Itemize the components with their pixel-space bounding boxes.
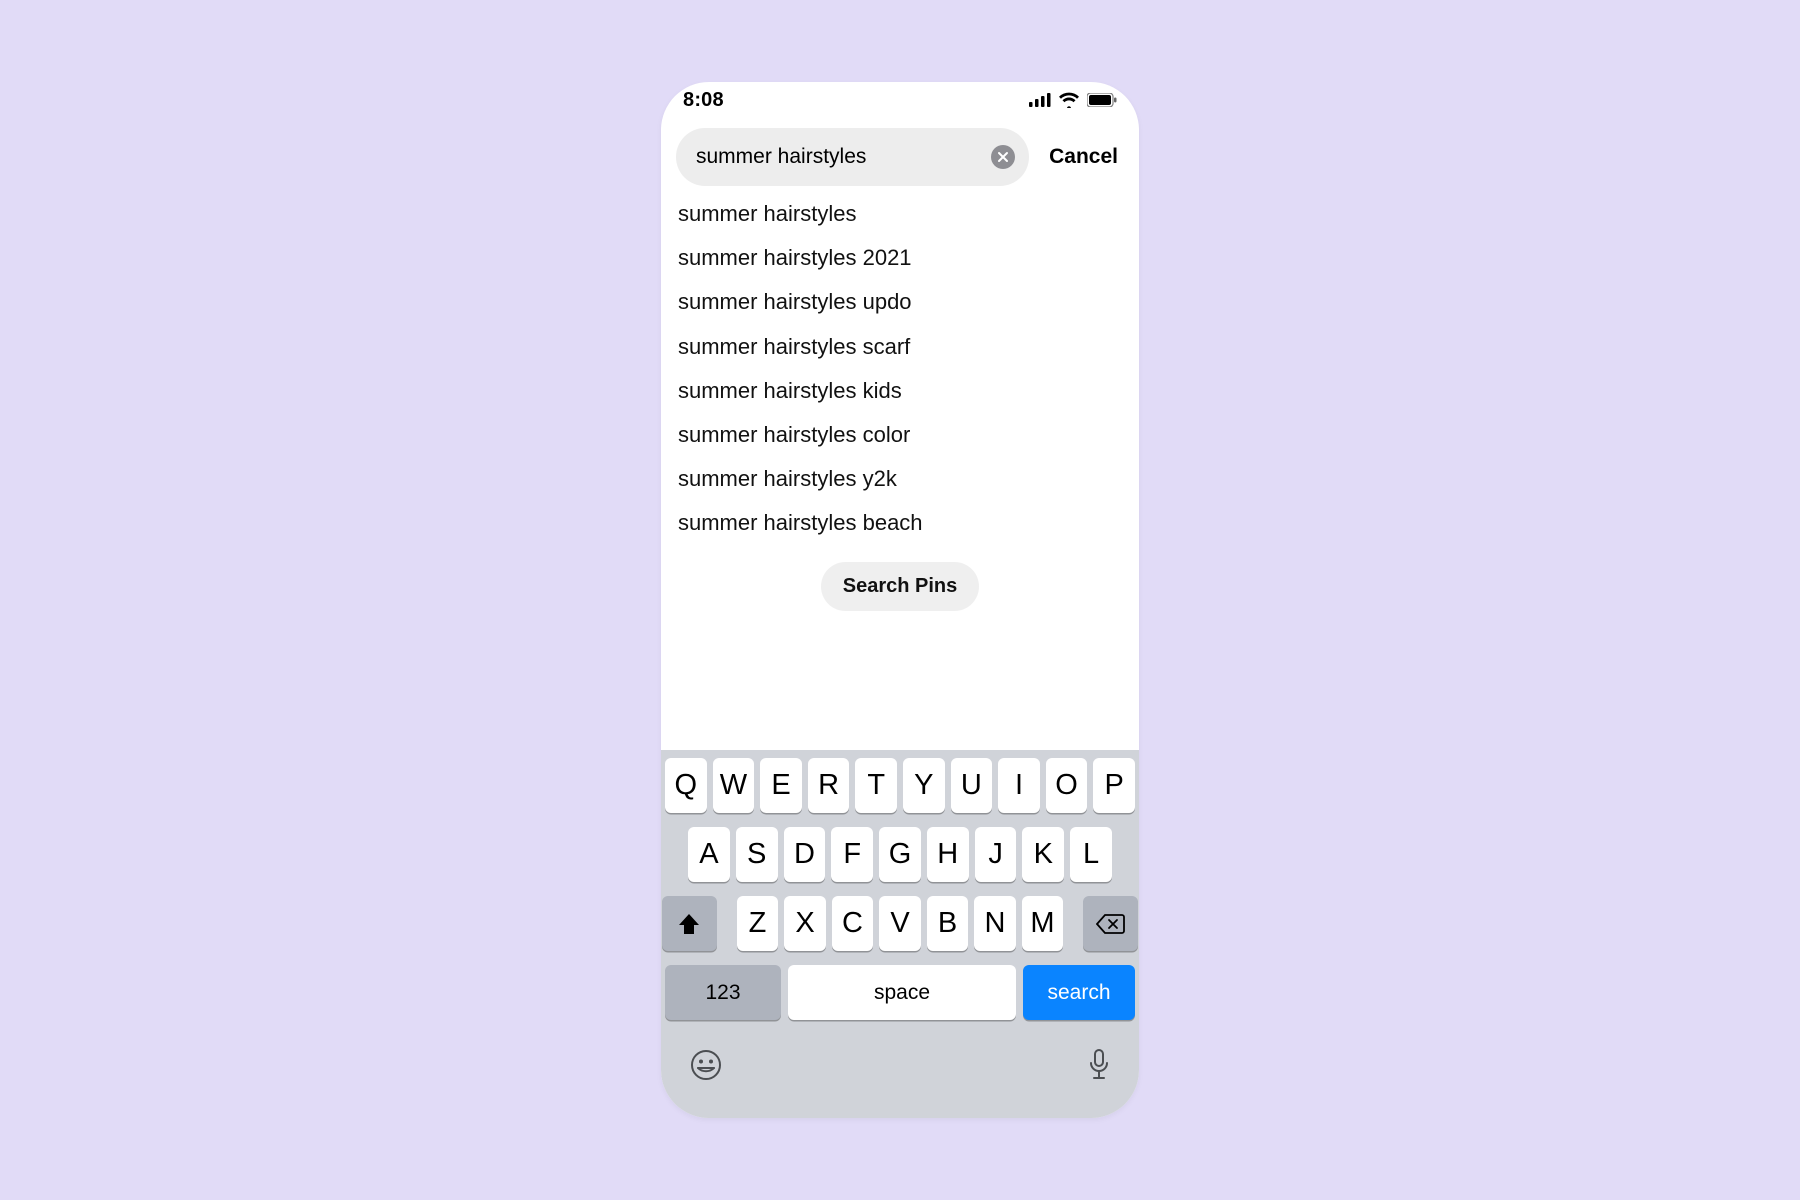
- cancel-button[interactable]: Cancel: [1039, 145, 1124, 169]
- clear-search-button[interactable]: [991, 145, 1015, 169]
- shift-icon: [677, 913, 701, 935]
- key-e[interactable]: E: [760, 758, 802, 813]
- status-indicators: [1029, 92, 1117, 108]
- space-key[interactable]: space: [788, 965, 1016, 1020]
- key-z[interactable]: Z: [737, 896, 779, 951]
- keyboard-row-3: Z X C V B N M: [665, 896, 1135, 951]
- suggestion-item[interactable]: summer hairstyles 2021: [661, 236, 1139, 280]
- key-t[interactable]: T: [855, 758, 897, 813]
- key-b[interactable]: B: [927, 896, 969, 951]
- key-f[interactable]: F: [831, 827, 873, 882]
- key-g[interactable]: G: [879, 827, 921, 882]
- key-n[interactable]: N: [974, 896, 1016, 951]
- key-k[interactable]: K: [1022, 827, 1064, 882]
- key-d[interactable]: D: [784, 827, 826, 882]
- search-pins-wrap: Search Pins: [661, 562, 1139, 611]
- shift-key[interactable]: [662, 896, 717, 951]
- key-r[interactable]: R: [808, 758, 850, 813]
- suggestion-item[interactable]: summer hairstyles scarf: [661, 325, 1139, 369]
- key-v[interactable]: V: [879, 896, 921, 951]
- cellular-icon: [1029, 93, 1051, 107]
- status-bar: 8:08: [661, 82, 1139, 118]
- suggestion-item[interactable]: summer hairstyles beach: [661, 501, 1139, 545]
- emoji-button[interactable]: [689, 1048, 723, 1082]
- status-time: 8:08: [683, 89, 724, 112]
- search-input[interactable]: [696, 145, 991, 169]
- backspace-icon: [1096, 913, 1126, 935]
- search-bar: Cancel: [661, 118, 1139, 188]
- backspace-key[interactable]: [1083, 896, 1138, 951]
- keyboard: Q W E R T Y U I O P A S D F G H J K L: [661, 750, 1139, 1118]
- key-a[interactable]: A: [688, 827, 730, 882]
- keyboard-row-1: Q W E R T Y U I O P: [665, 758, 1135, 813]
- microphone-icon: [1087, 1048, 1111, 1082]
- phone-frame: 8:08 Cancel summer hairstyles: [661, 82, 1139, 1118]
- key-u[interactable]: U: [951, 758, 993, 813]
- key-o[interactable]: O: [1046, 758, 1088, 813]
- key-x[interactable]: X: [784, 896, 826, 951]
- numbers-key[interactable]: 123: [665, 965, 781, 1020]
- suggestion-item[interactable]: summer hairstyles y2k: [661, 457, 1139, 501]
- suggestion-item[interactable]: summer hairstyles updo: [661, 280, 1139, 324]
- key-c[interactable]: C: [832, 896, 874, 951]
- keyboard-row-2: A S D F G H J K L: [665, 827, 1135, 882]
- key-j[interactable]: J: [975, 827, 1017, 882]
- key-i[interactable]: I: [998, 758, 1040, 813]
- suggestion-item[interactable]: summer hairstyles: [661, 192, 1139, 236]
- key-h[interactable]: H: [927, 827, 969, 882]
- key-q[interactable]: Q: [665, 758, 707, 813]
- search-key[interactable]: search: [1023, 965, 1135, 1020]
- key-w[interactable]: W: [713, 758, 755, 813]
- battery-icon: [1087, 93, 1117, 107]
- suggestions-list: summer hairstyles summer hairstyles 2021…: [661, 188, 1139, 546]
- key-m[interactable]: M: [1022, 896, 1064, 951]
- key-p[interactable]: P: [1093, 758, 1135, 813]
- keyboard-bottom-bar: [665, 1034, 1135, 1118]
- wifi-icon: [1058, 92, 1080, 108]
- suggestion-item[interactable]: summer hairstyles color: [661, 413, 1139, 457]
- keyboard-row-4: 123 space search: [665, 965, 1135, 1020]
- key-l[interactable]: L: [1070, 827, 1112, 882]
- search-pins-button[interactable]: Search Pins: [821, 562, 980, 611]
- search-field[interactable]: [676, 128, 1029, 186]
- dictation-button[interactable]: [1087, 1048, 1111, 1082]
- clear-icon: [997, 151, 1009, 163]
- suggestion-item[interactable]: summer hairstyles kids: [661, 369, 1139, 413]
- spacer: [661, 611, 1139, 751]
- emoji-icon: [689, 1048, 723, 1082]
- key-s[interactable]: S: [736, 827, 778, 882]
- key-y[interactable]: Y: [903, 758, 945, 813]
